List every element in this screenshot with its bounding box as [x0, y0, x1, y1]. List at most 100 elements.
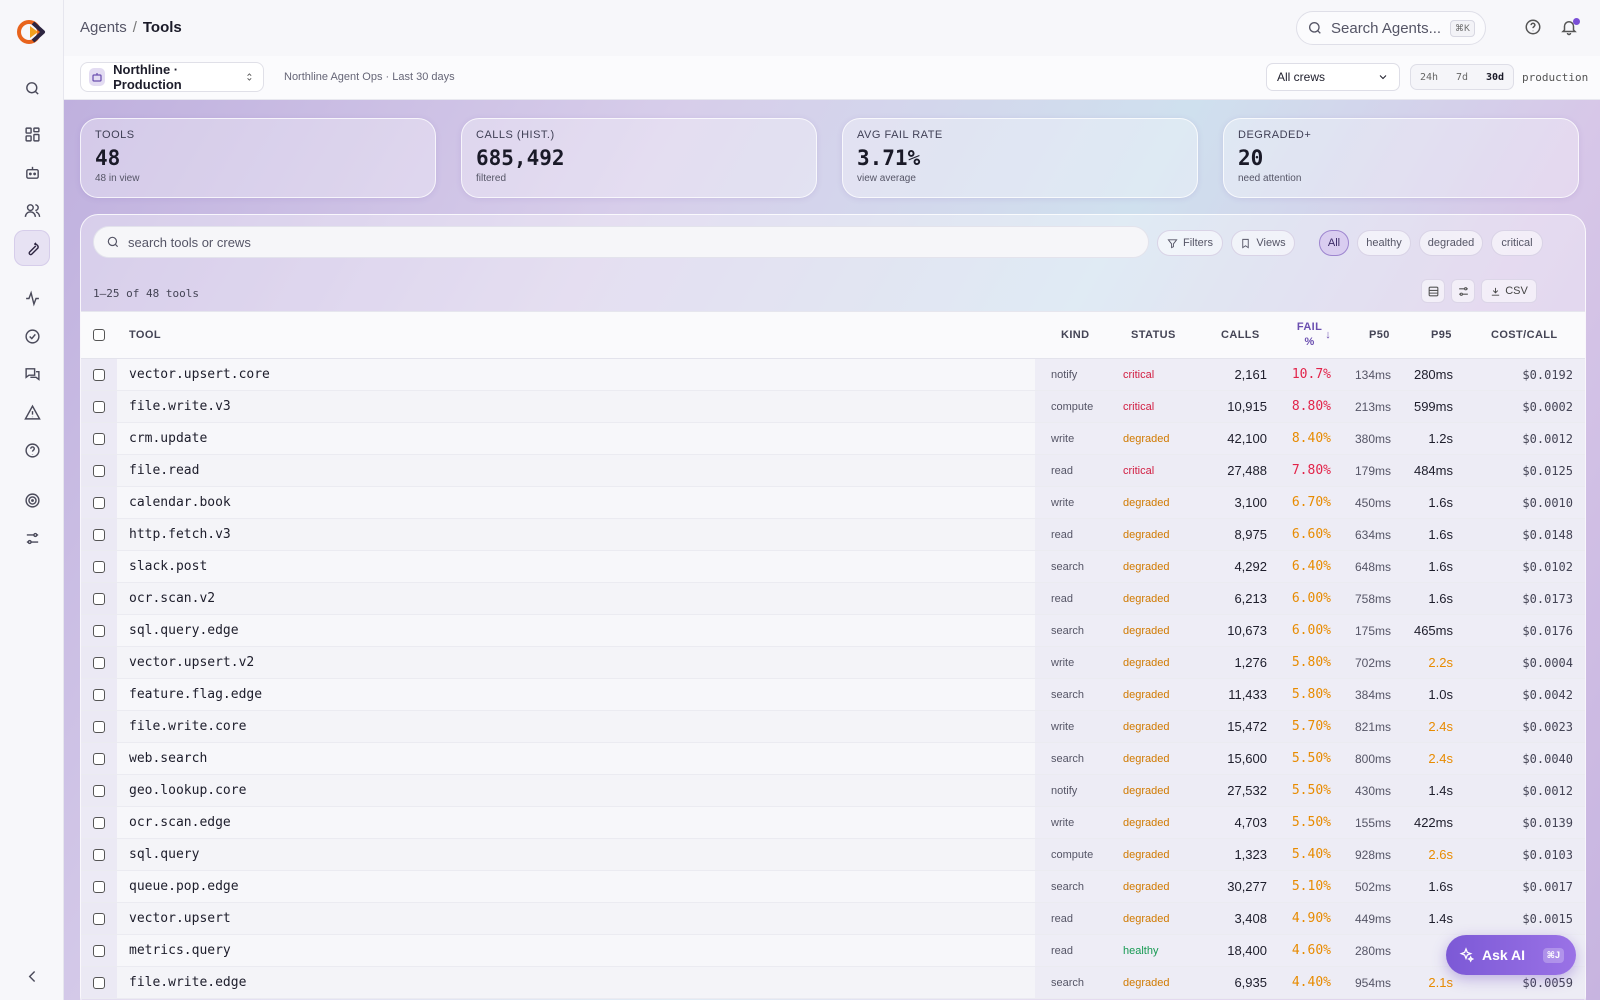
table-row[interactable]: file.write.edge search degraded 6,935 4.40% 9…	[81, 967, 1585, 999]
global-search-input[interactable]: Search Agents... ⌘K	[1296, 11, 1486, 45]
tool-name[interactable]: file.write.core	[129, 711, 246, 742]
settings-sliders-icon[interactable]	[14, 520, 50, 556]
row-checkbox[interactable]	[81, 743, 117, 774]
export-csv-button[interactable]: CSV	[1481, 279, 1537, 303]
row-checkbox[interactable]	[81, 455, 117, 486]
ask-ai-button[interactable]: Ask AI ⌘J	[1446, 935, 1576, 975]
breadcrumb-root[interactable]: Agents	[80, 19, 127, 36]
table-row[interactable]: ocr.scan.v2 read degraded 6,213 6.00% 758ms 1.…	[81, 583, 1585, 615]
table-row[interactable]: file.read read critical 27,488 7.80% 179ms 484…	[81, 455, 1585, 487]
target-icon[interactable]	[14, 482, 50, 518]
table-row[interactable]: vector.upsert read degraded 3,408 4.90% 449ms…	[81, 903, 1585, 935]
tool-name[interactable]: calendar.book	[129, 487, 231, 518]
col-calls[interactable]: CALLS	[1221, 312, 1260, 358]
row-checkbox[interactable]	[81, 615, 117, 646]
agent-bot-icon[interactable]	[14, 154, 50, 190]
table-row[interactable]: feature.flag.edge search degraded 11,433 5.8…	[81, 679, 1585, 711]
columns-settings-icon[interactable]	[1451, 279, 1475, 303]
col-cost[interactable]: COST/CALL	[1491, 312, 1558, 358]
alert-triangle-icon[interactable]	[14, 394, 50, 430]
density-icon[interactable]	[1421, 279, 1445, 303]
views-button[interactable]: Views	[1231, 230, 1295, 256]
row-checkbox[interactable]	[81, 679, 117, 710]
table-row[interactable]: metrics.query read healthy 18,400 4.60% 280ms	[81, 935, 1585, 967]
row-checkbox[interactable]	[81, 647, 117, 678]
row-checkbox[interactable]	[81, 871, 117, 902]
table-row[interactable]: slack.post search degraded 4,292 6.40% 648ms 1…	[81, 551, 1585, 583]
tool-name[interactable]: geo.lookup.core	[129, 775, 246, 806]
table-row[interactable]: file.write.core write degraded 15,472 5.70% 8…	[81, 711, 1585, 743]
table-row[interactable]: geo.lookup.core notify degraded 27,532 5.50%…	[81, 775, 1585, 807]
row-checkbox[interactable]	[81, 967, 117, 998]
row-checkbox[interactable]	[81, 391, 117, 422]
tool-name[interactable]: crm.update	[129, 423, 207, 454]
table-row[interactable]: file.write.v3 compute critical 10,915 8.80% 2…	[81, 391, 1585, 423]
row-checkbox[interactable]	[81, 775, 117, 806]
tool-name[interactable]: web.search	[129, 743, 207, 774]
tool-name[interactable]: ocr.scan.v2	[129, 583, 215, 614]
row-checkbox[interactable]	[81, 903, 117, 934]
table-row[interactable]: http.fetch.v3 read degraded 8,975 6.60% 634ms…	[81, 519, 1585, 551]
table-row[interactable]: sql.query compute degraded 1,323 5.40% 928ms 2…	[81, 839, 1585, 871]
filters-button[interactable]: Filters	[1157, 230, 1223, 256]
row-checkbox[interactable]	[81, 935, 117, 966]
tool-name[interactable]: slack.post	[129, 551, 207, 582]
tool-name[interactable]: vector.upsert.v2	[129, 647, 254, 678]
tool-name[interactable]: file.write.v3	[129, 391, 231, 422]
row-checkbox[interactable]	[81, 487, 117, 518]
status-chip-degraded[interactable]: degraded	[1419, 230, 1483, 256]
table-row[interactable]: ocr.scan.edge write degraded 4,703 5.50% 155m…	[81, 807, 1585, 839]
tool-search-input[interactable]: search tools or crews	[93, 226, 1149, 258]
table-row[interactable]: queue.pop.edge search degraded 30,277 5.10% 5…	[81, 871, 1585, 903]
row-checkbox[interactable]	[81, 839, 117, 870]
messages-icon[interactable]	[14, 356, 50, 392]
range-24h[interactable]: 24h	[1420, 72, 1438, 83]
col-p95[interactable]: P95	[1431, 312, 1452, 358]
search-icon[interactable]	[14, 70, 50, 106]
tool-name[interactable]: vector.upsert.core	[129, 359, 270, 390]
tool-name[interactable]: queue.pop.edge	[129, 871, 239, 902]
users-icon[interactable]	[14, 192, 50, 228]
table-row[interactable]: vector.upsert.v2 write degraded 1,276 5.80% 7…	[81, 647, 1585, 679]
project-switcher[interactable]: Northline · Production	[80, 62, 264, 92]
status-chip-all[interactable]: All	[1319, 230, 1349, 256]
row-checkbox[interactable]	[81, 711, 117, 742]
tool-name[interactable]: file.read	[129, 455, 199, 486]
row-checkbox[interactable]	[81, 519, 117, 550]
col-p50[interactable]: P50	[1369, 312, 1390, 358]
app-logo[interactable]	[16, 16, 48, 48]
tool-name[interactable]: sql.query.edge	[129, 615, 239, 646]
tool-name[interactable]: feature.flag.edge	[129, 679, 262, 710]
row-checkbox[interactable]	[81, 423, 117, 454]
table-row[interactable]: calendar.book write degraded 3,100 6.70% 450m…	[81, 487, 1585, 519]
tool-name[interactable]: http.fetch.v3	[129, 519, 231, 550]
status-chip-critical[interactable]: critical	[1491, 230, 1543, 256]
activity-icon[interactable]	[14, 280, 50, 316]
table-row[interactable]: crm.update write degraded 42,100 8.40% 380ms 1…	[81, 423, 1585, 455]
tool-name[interactable]: vector.upsert	[129, 903, 231, 934]
range-7d[interactable]: 7d	[1456, 72, 1468, 83]
collapse-sidebar-icon[interactable]	[14, 958, 50, 994]
table-row[interactable]: web.search search degraded 15,600 5.50% 800ms…	[81, 743, 1585, 775]
tool-name[interactable]: file.write.edge	[129, 967, 246, 998]
col-tool[interactable]: TOOL	[129, 312, 161, 358]
table-row[interactable]: sql.query.edge search degraded 10,673 6.00% 1…	[81, 615, 1585, 647]
tool-name[interactable]: sql.query	[129, 839, 199, 870]
dashboard-icon[interactable]	[14, 116, 50, 152]
crew-select[interactable]: All crews	[1266, 63, 1400, 91]
status-chip-healthy[interactable]: healthy	[1357, 230, 1411, 256]
row-checkbox[interactable]	[81, 807, 117, 838]
row-checkbox[interactable]	[81, 551, 117, 582]
col-fail-pct[interactable]: FAIL % ↓	[1289, 312, 1339, 358]
tools-wrench-icon[interactable]	[14, 230, 50, 266]
check-circle-icon[interactable]	[14, 318, 50, 354]
tool-name[interactable]: ocr.scan.edge	[129, 807, 231, 838]
row-checkbox[interactable]	[81, 583, 117, 614]
help-icon[interactable]	[1524, 18, 1544, 38]
select-all-checkbox[interactable]	[81, 312, 117, 358]
col-status[interactable]: STATUS	[1131, 312, 1176, 358]
table-row[interactable]: vector.upsert.core notify critical 2,161 10.…	[81, 359, 1585, 391]
range-30d[interactable]: 30d	[1486, 72, 1504, 83]
col-kind[interactable]: KIND	[1061, 312, 1090, 358]
row-checkbox[interactable]	[81, 359, 117, 390]
